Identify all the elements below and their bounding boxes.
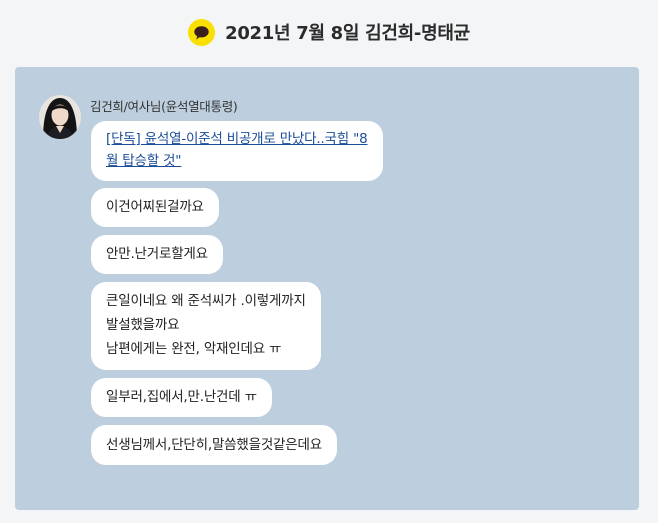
message-text: 선생님께서,단단히,말씀했을것같은데요: [106, 437, 322, 453]
message-text-line-2: 발설했을까요: [106, 317, 180, 333]
message-bubble: 선생님께서,단단히,말씀했을것같은데요: [91, 425, 337, 465]
header: 2021년 7월 8일 김건희-명태균: [0, 17, 658, 47]
sender-avatar: [39, 95, 81, 139]
message-bubble: 이건어찌된걸까요: [91, 188, 219, 227]
news-link-line-2[interactable]: 월 탑승할 것": [106, 150, 368, 172]
message-text-line-1: 큰일이네요 왜 준석씨가 .이렇게까지: [106, 293, 306, 309]
sender-name: 김건희/여사님(윤석열대통령): [90, 99, 238, 114]
message-bubble: 일부러,집에서,만.난건데 ㅠ: [91, 378, 272, 417]
message-bubble: 안만.난거로할게요: [91, 235, 223, 274]
page-title: 2021년 7월 8일 김건희-명태균: [225, 23, 470, 44]
page: 2021년 7월 8일 김건희-명태균 김건희/여사님(윤석열대통령) [단독]…: [0, 0, 658, 523]
message-bubble: 큰일이네요 왜 준석씨가 .이렇게까지 발설했을까요 남편에게는 완전, 악재인…: [91, 282, 321, 370]
message-text: 이건어찌된걸까요: [106, 199, 204, 215]
message-bubble-link[interactable]: [단독] 윤석열-이준석 비공개로 만났다..국힘 "8 월 탑승할 것": [91, 121, 383, 181]
message-text-line-3: 남편에게는 완전, 악재인데요 ㅠ: [106, 341, 282, 357]
kakaotalk-icon: [188, 18, 216, 46]
news-link-line-1[interactable]: [단독] 윤석열-이준석 비공개로 만났다..국힘 "8: [106, 128, 368, 150]
message-text: 일부러,집에서,만.난건데 ㅠ: [106, 389, 257, 405]
message-text: 안만.난거로할게요: [106, 246, 208, 262]
